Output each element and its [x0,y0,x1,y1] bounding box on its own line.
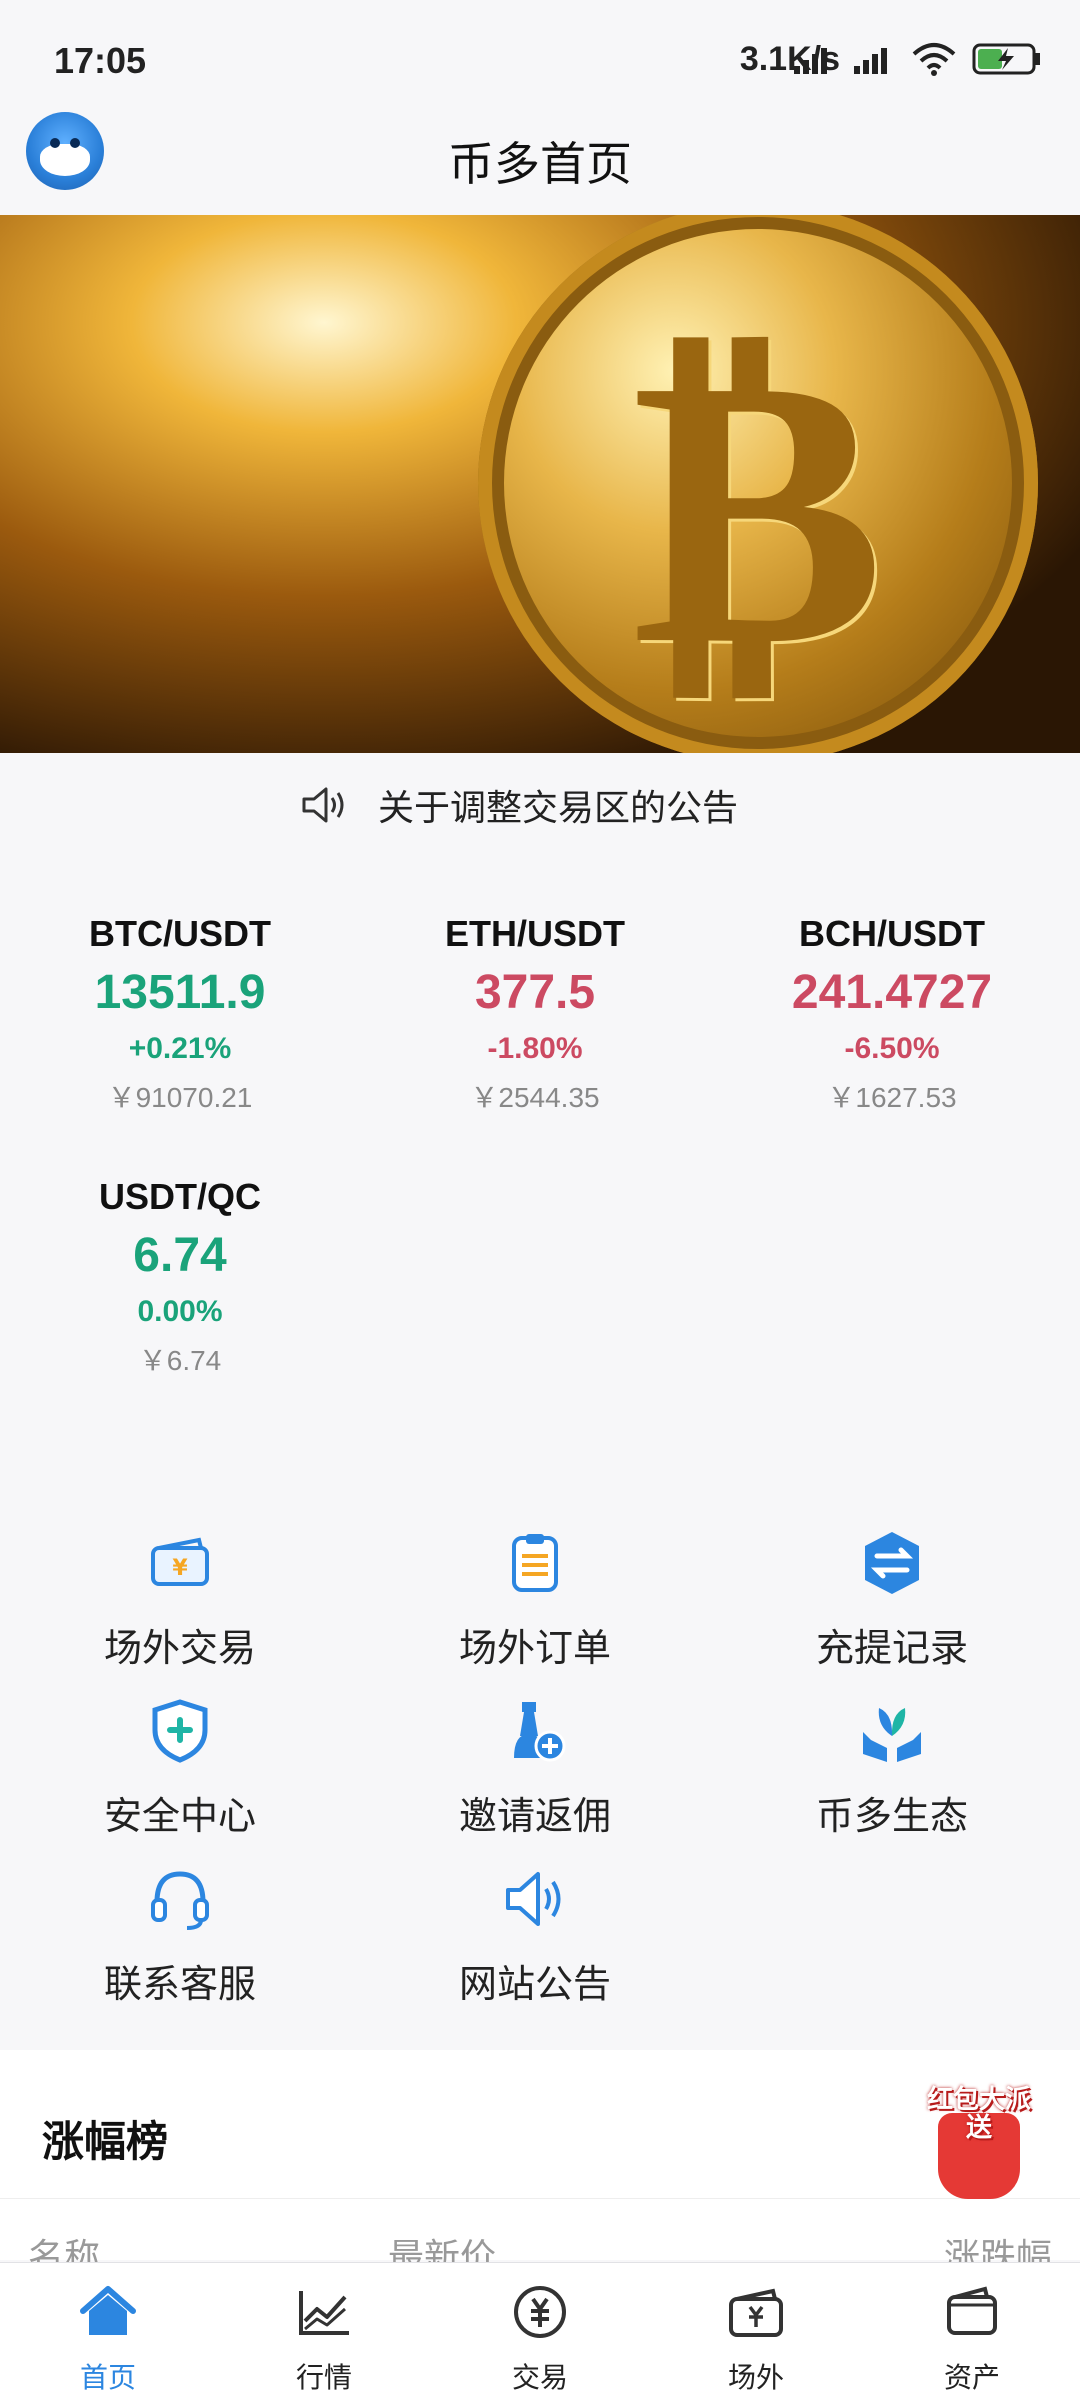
divider [0,2198,1080,2199]
tab-otc[interactable]: 场外 [648,2281,864,2396]
menu-item-customer-service[interactable]: 联系客服 [0,1864,360,2008]
bitcoin-coin-image: ₿ [478,215,1038,753]
tab-label: 场外 [727,2362,784,2393]
home-icon [80,2286,136,2335]
tab-label: 资产 [943,2362,1000,2393]
signal-icon [794,48,827,74]
ticker-price: 13511.9 [94,966,266,1019]
ticker-price: 241.4727 [791,966,993,1019]
menu-label: 充提记录 [815,1628,968,1670]
ticker-btc-usdt[interactable]: BTC/USDT 13511.9 +0.21% ￥91070.21 [0,913,360,1116]
security-center-icon [152,1699,208,1763]
menu-item-announcement[interactable]: 网站公告 [355,1864,715,2008]
tab-market[interactable]: 行情 [216,2281,432,2396]
menu-item-ecosystem[interactable]: 币多生态 [712,1696,1072,1840]
gainers-section: 涨幅榜 名称 最新价 涨跌幅 [0,2050,1080,2277]
ticker-pair: BTC/USDT [89,913,271,954]
menu-item-security-center[interactable]: 安全中心 [0,1696,360,1840]
announcement-bar[interactable]: 关于调整交易区的公告 [0,753,1080,849]
ecosystem-icon [863,1708,921,1762]
tab-trade[interactable]: 交易 [432,2281,648,2396]
battery-charging-icon [972,43,1040,75]
ticker-cny-price: ￥6.74 [138,1345,222,1376]
banner-carousel[interactable]: ₿ [0,215,1080,753]
promo-text: 红包大派送 [926,2084,1031,2142]
wifi-icon [912,43,956,76]
ticker-price: 6.74 [133,1229,227,1282]
ticker-eth-usdt[interactable]: ETH/USDT 377.5 -1.80% ￥2544.35 [355,913,715,1116]
deposit-withdraw-record-icon [865,1532,919,1594]
bottom-tab-bar: 首页 行情 交易 场外 资产 [0,2262,1080,2401]
page-title: 币多首页 [448,138,632,190]
ticker-cny-price: ￥91070.21 [107,1082,253,1113]
trade-icon [514,2286,566,2338]
ticker-change: 0.00% [137,1295,223,1328]
customer-service-icon [151,1871,209,1930]
ticker-change: +0.21% [128,1032,232,1065]
svg-text:¥: ¥ [172,1556,188,1581]
speaker-icon [302,787,344,823]
tab-assets[interactable]: 资产 [864,2281,1080,2396]
menu-label: 联系客服 [103,1964,256,2006]
menu-label: 邀请返佣 [458,1796,611,1838]
ticker-price: 377.5 [474,966,596,1019]
menu-label: 场外订单 [458,1628,611,1670]
wallet-icon [947,2286,997,2335]
tab-label: 交易 [511,2362,568,2393]
app-header: 币多首页 [0,110,1080,215]
tab-label: 行情 [295,2362,352,2393]
signal-icon-2 [854,48,887,74]
ticker-pair: ETH/USDT [445,913,625,954]
invite-rebate-icon [514,1702,566,1762]
red-envelope-promo[interactable]: 红包大派送 [924,2085,1034,2205]
announcement-icon [506,1872,561,1926]
otc-icon [729,2288,783,2337]
menu-label: 安全中心 [103,1796,256,1838]
quick-menu: ¥ 场外交易 场外订单 充提记录 安全中心 邀请返佣 币多生态 联系客服 网站公… [0,1448,1080,2038]
ticker-pair: USDT/QC [99,1176,261,1217]
menu-item-otc-order[interactable]: 场外订单 [355,1528,715,1672]
ticker-cny-price: ￥1627.53 [827,1082,957,1113]
ticker-bch-usdt[interactable]: BCH/USDT 241.4727 -6.50% ￥1627.53 [712,913,1072,1116]
ticker-change: -1.80% [487,1032,583,1065]
otc-trade-icon: ¥ [151,1537,209,1586]
menu-label: 网站公告 [458,1964,611,2006]
status-icons [792,42,1042,76]
announcement-text: 关于调整交易区的公告 [378,787,739,828]
menu-item-invite-rebate[interactable]: 邀请返佣 [355,1696,715,1840]
status-time: 17:05 [54,40,147,81]
ticker-pair: BCH/USDT [799,913,985,954]
tab-home[interactable]: 首页 [0,2281,216,2396]
ticker-usdt-qc[interactable]: USDT/QC 6.74 0.00% ￥6.74 [0,1176,360,1379]
menu-item-deposit-record[interactable]: 充提记录 [712,1528,1072,1672]
ticker-cny-price: ￥2544.35 [470,1082,600,1113]
menu-label: 币多生态 [815,1796,968,1838]
otc-order-icon [512,1534,558,1592]
market-tickers: BTC/USDT 13511.9 +0.21% ￥91070.21 ETH/US… [0,848,1080,1448]
menu-item-otc-trade[interactable]: ¥ 场外交易 [0,1528,360,1672]
ticker-change: -6.50% [844,1032,940,1065]
menu-label: 场外交易 [103,1628,256,1670]
bitcoin-symbol: ₿ [631,283,885,730]
market-chart-icon [299,2291,349,2335]
tab-label: 首页 [79,2362,136,2393]
status-bar: 17:05 3.1K/s [0,0,1080,110]
gainers-title: 涨幅榜 [42,2118,169,2165]
